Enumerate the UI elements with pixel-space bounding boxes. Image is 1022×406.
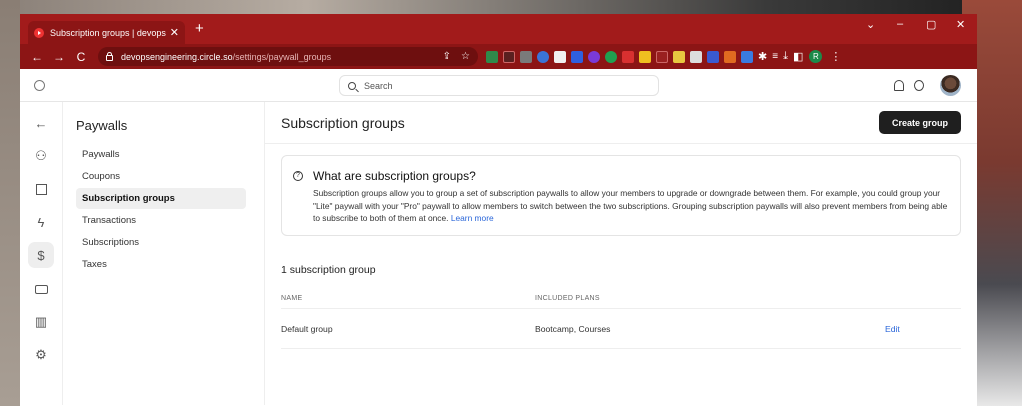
url-path: /settings/paywall_groups bbox=[232, 51, 332, 62]
admin-icon-rail: ← ⚇ ϟ $ ▥ ⚙ bbox=[20, 102, 63, 405]
browser-toolbar: ← → C devopsengineering.circle.so /setti… bbox=[20, 44, 977, 69]
analytics-icon[interactable]: ▥ bbox=[34, 314, 48, 329]
extension-icon[interactable] bbox=[554, 50, 566, 63]
browser-tab[interactable]: Subscription groups | devopseng ✕ bbox=[28, 21, 185, 44]
minimize-icon[interactable]: – bbox=[897, 18, 903, 30]
maximize-icon[interactable]: ▢ bbox=[926, 18, 936, 31]
app-header: Search bbox=[20, 69, 977, 102]
forward-icon[interactable]: → bbox=[48, 50, 70, 64]
close-window-icon[interactable]: ✕ bbox=[956, 18, 965, 31]
tab-strip: Subscription groups | devopseng ✕ + ⌄ – … bbox=[20, 14, 977, 44]
back-icon[interactable]: ← bbox=[26, 50, 48, 64]
create-group-button[interactable]: Create group bbox=[878, 111, 961, 134]
community-logo-icon[interactable] bbox=[34, 80, 45, 91]
extension-icon[interactable] bbox=[741, 50, 753, 63]
puzzle-icon[interactable]: ✱ bbox=[758, 50, 767, 63]
settings-icon[interactable]: ⚙ bbox=[34, 347, 48, 362]
info-body: Subscription groups allow you to group a… bbox=[313, 188, 948, 223]
paywalls-sidebar: Paywalls Paywalls Coupons Subscription g… bbox=[63, 102, 265, 405]
side-panel-icon[interactable]: ◧ bbox=[793, 50, 803, 63]
document-icon[interactable] bbox=[34, 182, 48, 196]
search-placeholder: Search bbox=[364, 80, 393, 91]
menu-icon[interactable]: ⋮ bbox=[830, 50, 841, 63]
address-bar[interactable]: devopsengineering.circle.so /settings/pa… bbox=[98, 47, 478, 66]
bolt-icon[interactable]: ϟ bbox=[34, 215, 48, 230]
group-count: 1 subscription group bbox=[281, 264, 376, 276]
main-content: Subscription groups Create group ? What … bbox=[265, 102, 977, 405]
bookmark-star-icon[interactable]: ☆ bbox=[461, 51, 470, 62]
sidebar-title: Paywalls bbox=[76, 118, 128, 133]
close-tab-icon[interactable]: ✕ bbox=[170, 26, 179, 39]
youtube-favicon-icon bbox=[34, 27, 44, 38]
extension-icon[interactable] bbox=[690, 50, 702, 63]
column-header-name: NAME bbox=[281, 295, 303, 302]
sidebar-item-paywalls[interactable]: Paywalls bbox=[76, 144, 246, 165]
extension-icon[interactable] bbox=[639, 50, 651, 63]
desktop-background-left bbox=[0, 0, 20, 406]
tab-search-icon[interactable]: ⌄ bbox=[866, 18, 875, 31]
dollar-icon[interactable]: $ bbox=[28, 242, 54, 268]
profile-avatar[interactable]: R bbox=[809, 50, 823, 63]
reading-list-icon[interactable]: ≡ bbox=[772, 51, 778, 62]
extension-icon[interactable] bbox=[537, 50, 549, 63]
column-header-included-plans: INCLUDED PLANS bbox=[535, 295, 600, 302]
lock-icon bbox=[106, 51, 113, 61]
search-icon bbox=[348, 81, 356, 90]
extension-icon[interactable] bbox=[588, 50, 600, 63]
sidebar-item-transactions[interactable]: Transactions bbox=[76, 210, 246, 231]
edit-group-link[interactable]: Edit bbox=[885, 324, 945, 334]
back-arrow-icon[interactable]: ← bbox=[34, 116, 48, 131]
sidebar-item-subscription-groups[interactable]: Subscription groups bbox=[76, 188, 246, 209]
page-title: Subscription groups bbox=[281, 114, 405, 131]
download-icon[interactable]: ⤓ bbox=[783, 50, 788, 63]
extension-icon[interactable] bbox=[605, 50, 617, 63]
url-host: devopsengineering.circle.so bbox=[121, 51, 233, 62]
card-icon[interactable] bbox=[34, 282, 48, 296]
extension-icon[interactable] bbox=[707, 50, 719, 63]
info-text: Subscription groups allow you to group a… bbox=[313, 187, 948, 225]
extension-icon[interactable] bbox=[673, 50, 685, 63]
group-name-cell: Default group bbox=[281, 323, 333, 334]
share-icon[interactable]: ⇪ bbox=[443, 51, 451, 62]
extension-icon[interactable] bbox=[486, 50, 498, 63]
table-row: Default group Bootcamp, Courses Edit bbox=[281, 309, 961, 349]
sidebar-item-coupons[interactable]: Coupons bbox=[76, 166, 246, 187]
sidebar-item-subscriptions[interactable]: Subscriptions bbox=[76, 232, 246, 253]
messages-chat-icon[interactable] bbox=[914, 80, 924, 91]
extension-icon[interactable] bbox=[622, 50, 634, 63]
user-avatar[interactable] bbox=[940, 75, 961, 96]
extension-icon[interactable] bbox=[724, 50, 736, 63]
browser-window: Subscription groups | devopseng ✕ + ⌄ – … bbox=[20, 14, 977, 406]
new-tab-button[interactable]: + bbox=[195, 21, 204, 36]
members-icon[interactable]: ⚇ bbox=[34, 148, 48, 163]
table-header: NAME INCLUDED PLANS bbox=[281, 289, 961, 309]
learn-more-link[interactable]: Learn more bbox=[451, 213, 494, 223]
info-heading: What are subscription groups? bbox=[313, 169, 476, 183]
groups-table: NAME INCLUDED PLANS Default group Bootca… bbox=[281, 289, 961, 349]
question-circle-icon: ? bbox=[293, 171, 303, 181]
extensions-bar: ✱ ≡ ⤓ ◧ bbox=[486, 50, 803, 63]
page-header: Subscription groups Create group bbox=[265, 102, 977, 144]
notifications-bell-icon[interactable] bbox=[894, 80, 904, 91]
reload-icon[interactable]: C bbox=[70, 50, 92, 64]
tab-title: Subscription groups | devopseng bbox=[50, 27, 166, 38]
search-input[interactable]: Search bbox=[339, 75, 659, 96]
extension-icon[interactable] bbox=[571, 50, 583, 63]
extension-icon[interactable] bbox=[656, 50, 668, 63]
extension-icon[interactable] bbox=[520, 50, 532, 63]
info-card: ? What are subscription groups? Subscrip… bbox=[281, 155, 961, 236]
included-plans-cell: Bootcamp, Courses bbox=[535, 323, 611, 334]
sidebar-item-taxes[interactable]: Taxes bbox=[76, 254, 246, 275]
extension-icon[interactable] bbox=[503, 50, 515, 63]
